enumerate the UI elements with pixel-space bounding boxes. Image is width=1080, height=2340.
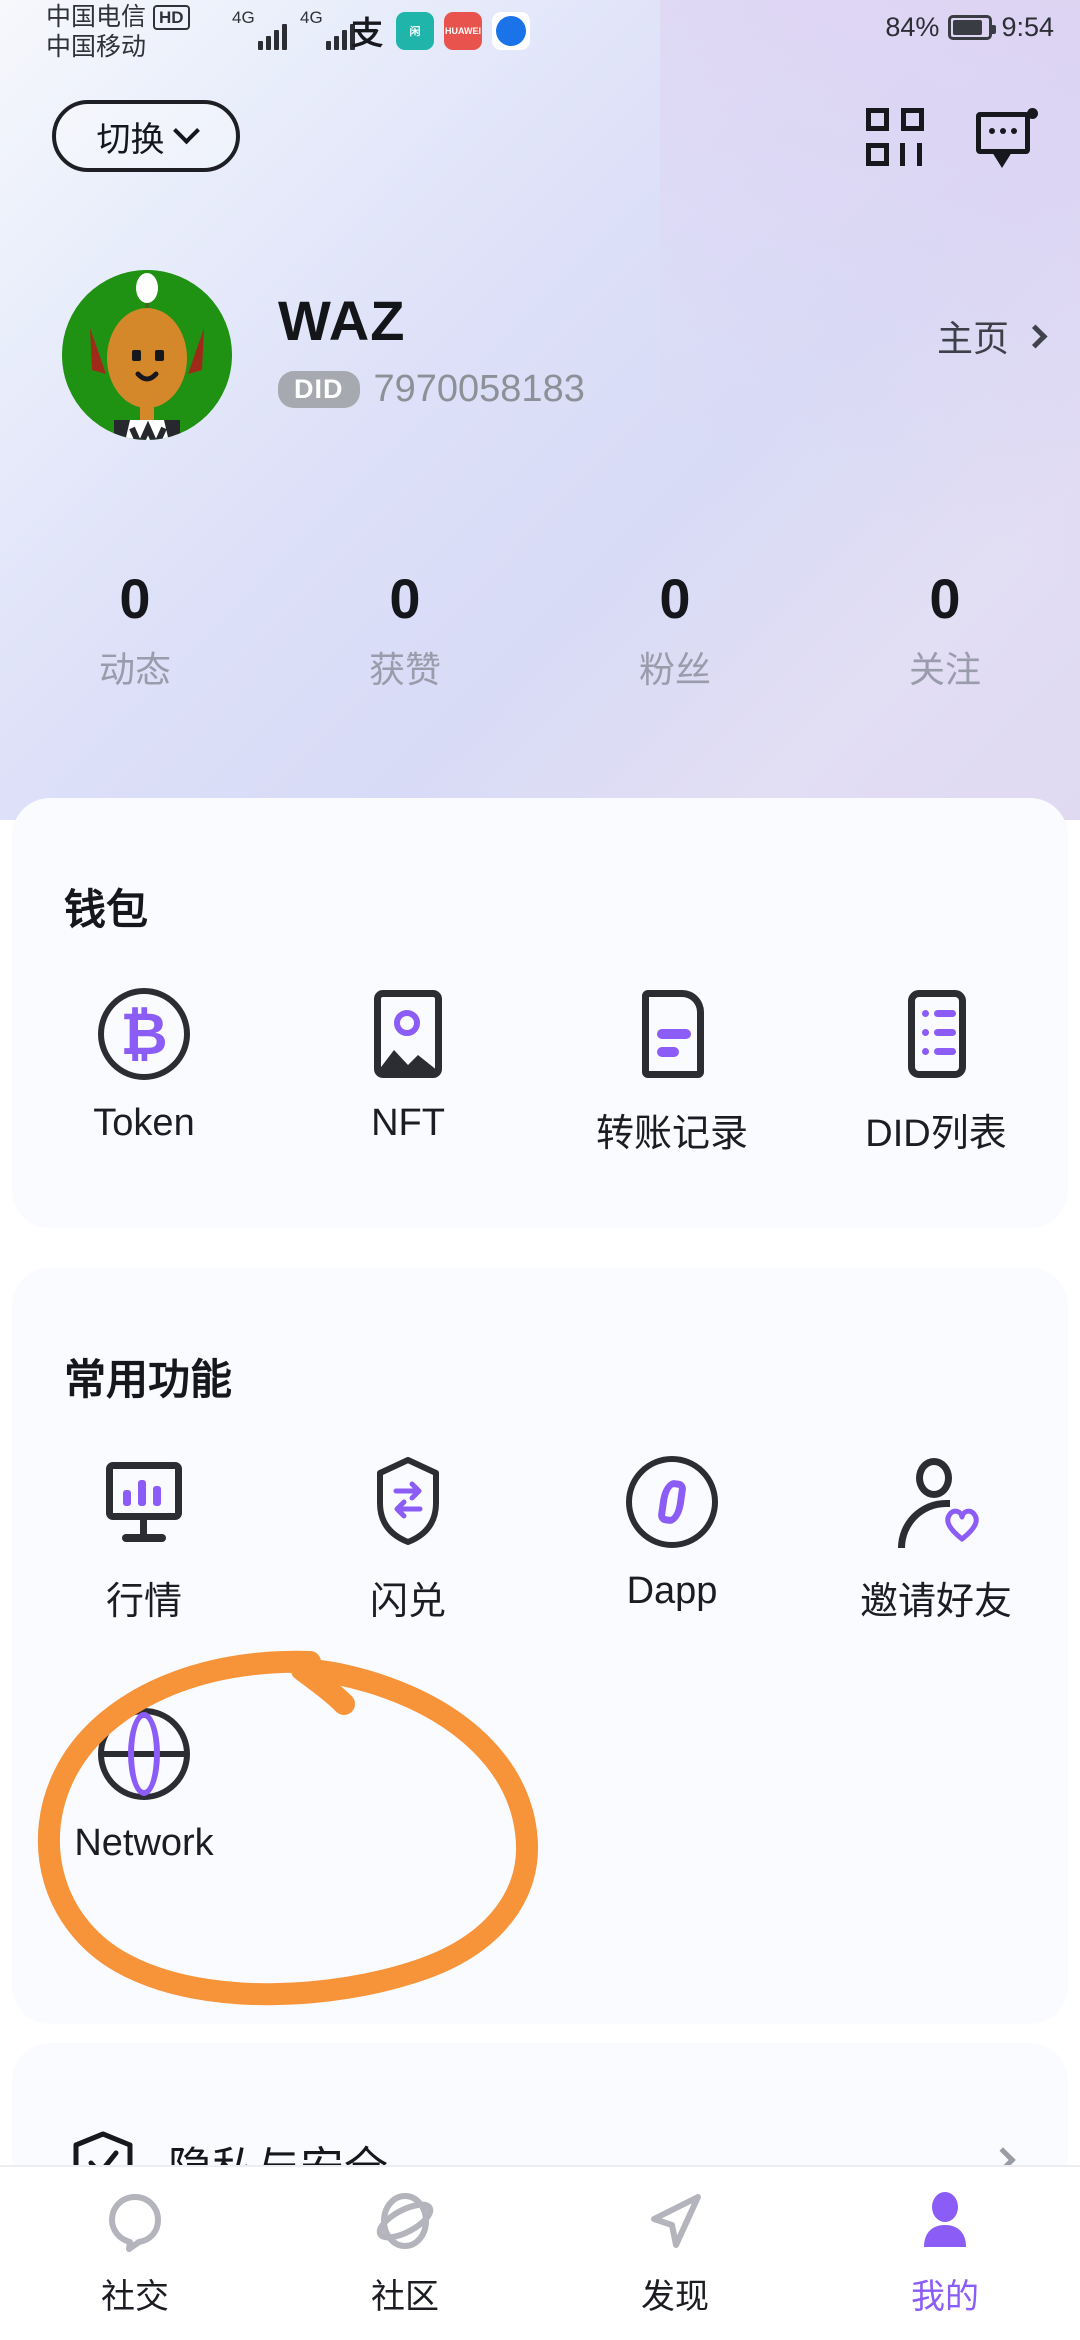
stat-label: 关注	[908, 649, 981, 690]
function-item-label: 邀请好友	[859, 1581, 1012, 1623]
grid-spacer	[540, 1708, 804, 1865]
paper-plane-icon	[642, 2189, 708, 2255]
stat-value: 0	[389, 567, 421, 630]
did-badge: DID	[278, 371, 360, 408]
page-title: WAZ	[278, 289, 406, 352]
function-item-market[interactable]: 行情	[12, 1456, 276, 1625]
stat-value: 0	[119, 567, 151, 630]
network-type-1: 4G	[232, 8, 255, 27]
stats-row: 0 动态 0 获赞 0 粉丝 0 关注	[0, 565, 1080, 693]
did-number: 7970058183	[373, 368, 585, 410]
hd-badge: HD	[153, 4, 190, 30]
monitor-chart-icon	[98, 1456, 190, 1548]
switch-label: 切换	[96, 120, 165, 159]
carrier-labels: 中国电信 HD 中国移动	[46, 2, 256, 62]
function-item-swap[interactable]: 闪兑	[276, 1456, 540, 1625]
battery-icon	[948, 15, 997, 40]
common-functions-card: 常用功能 行情 闪兑 Dapp 邀请好友 Network	[12, 1268, 1068, 2024]
function-item-network[interactable]: Network	[12, 1708, 276, 1865]
battery-status: 84% 9:54	[885, 12, 1054, 43]
stat-item-likes[interactable]: 0 获赞	[270, 565, 540, 693]
nav-item-label: 发现	[641, 2278, 709, 2316]
qr-scan-icon[interactable]	[866, 108, 924, 166]
wallet-item-label: NFT	[371, 1102, 445, 1144]
function-item-label: Network	[74, 1822, 214, 1864]
function-item-label: Dapp	[626, 1570, 718, 1612]
person-icon	[912, 2189, 978, 2255]
home-link[interactable]: 主页	[936, 310, 1048, 362]
battery-percent: 84%	[885, 12, 940, 42]
switch-account-button[interactable]: 切换	[52, 100, 240, 172]
stat-label: 动态	[98, 649, 171, 690]
nav-item-discover[interactable]: 发现	[540, 2167, 810, 2340]
wallet-item-label: Token	[93, 1102, 195, 1144]
image-icon	[362, 988, 454, 1080]
person-heart-icon	[890, 1456, 982, 1548]
stat-value: 0	[929, 567, 961, 630]
nav-item-label: 社区	[371, 2278, 439, 2316]
stat-item-posts[interactable]: 0 动态	[0, 565, 270, 693]
stat-value: 0	[659, 567, 691, 630]
grid-spacer	[276, 1708, 540, 1865]
function-item-label: 行情	[105, 1581, 182, 1623]
top-action-bar: 切换	[0, 82, 1080, 192]
nav-item-mine[interactable]: 我的	[810, 2167, 1080, 2340]
network-type-2: 4G	[300, 8, 323, 27]
carrier-primary: 中国电信	[46, 3, 147, 31]
wallet-card: 钱包 ₿ Token NFT 转账记录 DID列表	[12, 798, 1068, 1228]
xianyu-icon: 闲	[396, 12, 434, 50]
app-screen: 中国电信 HD 中国移动 4G 4G 支 闲 HUAWEI 84% 9:54 切…	[0, 0, 1080, 2340]
bottom-navigation: 社交 社区 发现 我的	[0, 2165, 1080, 2340]
stat-label: 获赞	[368, 649, 441, 690]
home-link-label: 主页	[936, 318, 1009, 359]
wallet-item-nft[interactable]: NFT	[276, 988, 540, 1157]
function-item-dapp[interactable]: Dapp	[540, 1456, 804, 1625]
carrier-secondary: 中国移动	[46, 33, 147, 61]
nav-item-social[interactable]: 社交	[0, 2167, 270, 2340]
stat-label: 粉丝	[638, 649, 711, 690]
signal-2: 4G	[300, 8, 355, 50]
nav-item-label: 我的	[911, 2278, 979, 2316]
chevron-down-icon	[172, 116, 200, 144]
function-item-label: 闪兑	[369, 1581, 446, 1623]
wallet-card-title: 钱包	[64, 886, 149, 933]
common-functions-card-title: 常用功能	[64, 1356, 233, 1403]
dapp-circle-icon	[626, 1456, 718, 1548]
browser-icon	[492, 12, 530, 50]
nav-item-community[interactable]: 社区	[270, 2167, 540, 2340]
alipay-icon: 支	[350, 15, 383, 50]
chat-bubble-icon	[102, 2189, 168, 2255]
shield-swap-icon	[362, 1456, 454, 1548]
avatar[interactable]	[62, 270, 232, 440]
wallet-item-did-list[interactable]: DID列表	[804, 988, 1068, 1157]
did-row[interactable]: DID 7970058183	[278, 368, 585, 411]
wallet-item-token[interactable]: ₿ Token	[12, 988, 276, 1157]
document-icon	[626, 988, 718, 1080]
wallet-item-transfers[interactable]: 转账记录	[540, 988, 804, 1157]
message-dots-icon[interactable]	[976, 108, 1038, 168]
wallet-item-label: 转账记录	[595, 1113, 748, 1155]
list-icon	[890, 988, 982, 1080]
globe-icon	[98, 1708, 190, 1800]
clock: 9:54	[1001, 12, 1054, 42]
signal-1: 4G	[232, 8, 287, 50]
stat-item-following[interactable]: 0 关注	[810, 565, 1080, 693]
huawei-icon: HUAWEI	[444, 12, 482, 50]
planet-icon	[372, 2189, 438, 2255]
function-item-invite[interactable]: 邀请好友	[804, 1456, 1068, 1625]
chevron-right-icon	[1023, 323, 1048, 349]
nav-item-label: 社交	[101, 2278, 169, 2316]
status-bar: 中国电信 HD 中国移动 4G 4G 支 闲 HUAWEI 84% 9:54	[0, 0, 1080, 62]
profile-header: WAZ DID 7970058183 主页	[0, 270, 1080, 440]
wallet-item-label: DID列表	[865, 1113, 1007, 1155]
grid-spacer	[804, 1708, 1068, 1865]
bitcoin-icon: ₿	[98, 988, 190, 1080]
stat-item-followers[interactable]: 0 粉丝	[540, 565, 810, 693]
top-icon-group	[866, 108, 1038, 168]
